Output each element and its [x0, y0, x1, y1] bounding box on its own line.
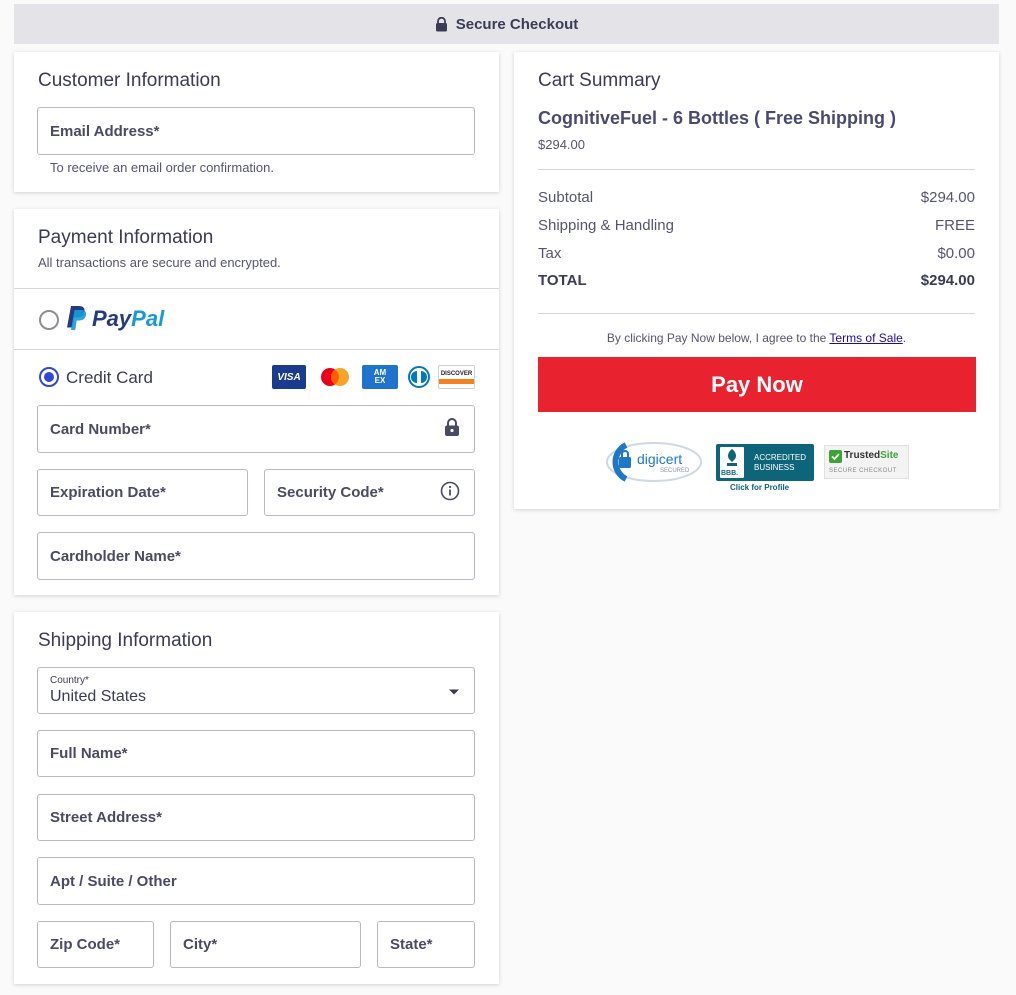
cardholder-name-field[interactable]: Cardholder Name* — [37, 532, 475, 580]
payment-subtitle: All transactions are secure and encrypte… — [38, 255, 281, 270]
digicert-badge[interactable]: digicert SECURED — [604, 441, 708, 483]
mastercard-icon — [317, 365, 353, 389]
customer-information-card: Customer Information Email Address* To r… — [14, 52, 499, 192]
email-help-text: To receive an email order confirmation. — [50, 160, 274, 175]
trustedsite-badge[interactable]: TrustedSite SECURE CHECKOUT — [824, 445, 909, 479]
apt-suite-label: Apt / Suite / Other — [50, 872, 177, 890]
check-icon — [829, 450, 842, 463]
apt-suite-field[interactable]: Apt / Suite / Other — [37, 857, 475, 905]
shipping-handling-value: FREE — [934, 217, 975, 234]
cardholder-name-label: Cardholder Name* — [50, 547, 181, 565]
country-select-label: Country* — [50, 675, 89, 686]
cart-summary-card: Cart Summary CognitiveFuel - 6 Bottles (… — [514, 52, 999, 509]
lock-icon — [435, 16, 448, 32]
subtotal-row: Subtotal $294.00 — [538, 189, 975, 206]
bbb-line2: BUSINESS — [754, 463, 795, 472]
email-field[interactable]: Email Address* — [37, 107, 475, 155]
tax-row: Tax $0.00 — [538, 245, 975, 262]
security-code-label: Security Code* — [277, 484, 384, 501]
diners-club-icon — [405, 365, 433, 389]
bbb-mark: BBB. — [721, 470, 739, 477]
state-field[interactable]: State* — [377, 921, 475, 968]
security-code-field[interactable]: Security Code* — [264, 469, 475, 516]
paypal-logo: PayPal — [66, 305, 164, 332]
email-field-label: Email Address* — [50, 122, 160, 140]
street-address-field[interactable]: Street Address* — [37, 794, 475, 841]
paypal-text-pay: Pay — [92, 305, 132, 331]
visa-icon: VISA — [272, 365, 306, 389]
street-address-label: Street Address* — [50, 809, 162, 826]
divider — [538, 313, 975, 314]
expiration-date-field[interactable]: Expiration Date* — [37, 469, 248, 516]
shipping-information-card: Shipping Information Country* United Sta… — [14, 612, 499, 984]
lock-icon — [444, 418, 460, 441]
paypal-option[interactable]: PayPal — [14, 289, 499, 349]
card-number-field[interactable]: Card Number* — [37, 405, 475, 453]
bbb-caption: Click for Profile — [730, 483, 790, 492]
city-field[interactable]: City* — [170, 921, 361, 968]
shipping-handling-row: Shipping & Handling FREE — [538, 217, 975, 234]
bbb-badge[interactable]: BBB. ACCREDITED BUSINESS Click for Profi… — [716, 444, 814, 494]
subtotal-label: Subtotal — [538, 189, 594, 206]
card-number-label: Card Number* — [50, 420, 151, 438]
payment-information-title: Payment Information — [38, 227, 214, 248]
divider — [538, 169, 975, 170]
payment-information-card: Payment Information All transactions are… — [14, 209, 499, 595]
trustedsite-sub: SECURE CHECKOUT — [829, 468, 897, 474]
terms-of-sale-link[interactable]: Terms of Sale — [829, 331, 902, 345]
cart-summary-title: Cart Summary — [538, 70, 661, 91]
pay-now-button[interactable]: Pay Now — [538, 357, 976, 412]
terms-suffix: . — [902, 331, 907, 345]
total-row: TOTAL $294.00 — [538, 272, 975, 289]
chevron-down-icon — [448, 682, 460, 699]
total-label: TOTAL — [538, 272, 587, 289]
credit-card-label: Credit Card — [66, 368, 153, 387]
discover-icon: DISCOVER — [438, 365, 475, 389]
info-icon[interactable] — [440, 481, 460, 505]
subtotal-value: $294.00 — [920, 189, 975, 206]
tax-label: Tax — [538, 245, 562, 262]
paypal-radio[interactable] — [39, 310, 59, 330]
total-value: $294.00 — [920, 272, 975, 289]
secure-checkout-header: Secure Checkout — [14, 4, 999, 44]
zip-code-label: Zip Code* — [50, 936, 120, 953]
shipping-information-title: Shipping Information — [38, 630, 213, 651]
trustedsite-name: TrustedSite — [844, 450, 899, 461]
digicert-name: digicert — [637, 451, 683, 467]
expiration-date-label: Expiration Date* — [50, 484, 166, 501]
tax-value: $0.00 — [937, 245, 975, 262]
product-name: CognitiveFuel - 6 Bottles ( Free Shippin… — [538, 108, 897, 128]
paypal-text-pal: Pal — [131, 305, 165, 331]
digicert-sub: SECURED — [660, 468, 690, 474]
city-label: City* — [183, 936, 218, 953]
zip-code-field[interactable]: Zip Code* — [37, 921, 154, 968]
amex-icon: AM EX — [362, 365, 398, 389]
credit-card-option[interactable]: Credit Card VISA AM EX DISCOVER — [14, 350, 499, 404]
credit-card-radio-selected[interactable] — [39, 367, 59, 387]
bbb-seal: BBB. ACCREDITED BUSINESS — [716, 444, 814, 481]
country-select[interactable]: Country* United States — [37, 667, 475, 714]
state-label: State* — [390, 936, 433, 953]
full-name-label: Full Name* — [50, 745, 128, 762]
full-name-field[interactable]: Full Name* — [37, 730, 475, 777]
shipping-handling-label: Shipping & Handling — [538, 217, 674, 234]
bbb-line1: ACCREDITED — [754, 453, 807, 462]
header-title: Secure Checkout — [455, 15, 579, 33]
paypal-p-icon — [67, 306, 87, 330]
bbb-torch-icon: BBB. — [720, 447, 744, 478]
customer-information-title: Customer Information — [38, 70, 221, 91]
country-select-value: United States — [50, 688, 147, 705]
terms-text: By clicking Pay Now below, I agree to th… — [538, 331, 975, 345]
product-price: $294.00 — [538, 137, 585, 152]
terms-prefix: By clicking Pay Now below, I agree to th… — [606, 331, 830, 345]
